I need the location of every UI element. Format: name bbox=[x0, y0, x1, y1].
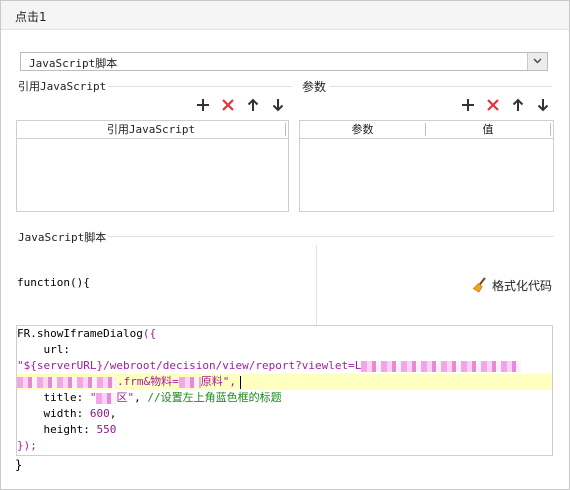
close-icon bbox=[222, 99, 234, 111]
redacted-text bbox=[361, 360, 522, 372]
format-code-label: 格式化代码 bbox=[492, 278, 553, 293]
redacted-text bbox=[178, 376, 201, 388]
js-script-divider bbox=[108, 236, 554, 237]
broom-icon bbox=[472, 277, 486, 293]
code-editor[interactable]: FR.showIframeDialog({ url: "${serverURL}… bbox=[16, 325, 553, 456]
ref-delete-button[interactable] bbox=[220, 97, 236, 113]
js-script-label: JavaScript脚本 bbox=[18, 231, 107, 244]
format-code-button[interactable]: 格式化代码 bbox=[472, 277, 552, 293]
ref-move-up-button[interactable] bbox=[245, 97, 261, 113]
ref-move-down-button[interactable] bbox=[270, 97, 286, 113]
column-divider bbox=[285, 123, 286, 136]
function-closing-brace: } bbox=[15, 458, 23, 472]
ref-js-table-header: 引用JavaScript bbox=[17, 121, 288, 139]
redacted-text bbox=[96, 392, 117, 404]
arrow-up-icon bbox=[247, 98, 259, 111]
param-move-up-button[interactable] bbox=[510, 97, 526, 113]
arrow-down-icon bbox=[537, 99, 549, 112]
plus-icon bbox=[462, 99, 474, 111]
code-line: "${serverURL}/webroot/decision/view/repo… bbox=[17, 358, 522, 374]
code-line: width: 600, bbox=[17, 407, 117, 420]
arrow-down-icon bbox=[272, 99, 284, 112]
ref-js-table: 引用JavaScript bbox=[16, 120, 289, 212]
code-line: }); bbox=[17, 439, 37, 452]
params-table-header: 参数 值 bbox=[300, 121, 553, 139]
value-column-header[interactable]: 值 bbox=[426, 121, 550, 138]
title-bar: 点击1 bbox=[1, 1, 569, 30]
script-type-select[interactable]: JavaScript脚本 bbox=[20, 52, 548, 71]
chevron-down-icon[interactable] bbox=[527, 53, 547, 70]
ref-js-label: 引用JavaScript bbox=[18, 80, 107, 93]
plus-icon bbox=[197, 99, 209, 111]
redacted-text bbox=[17, 376, 117, 388]
function-header: function(){ bbox=[17, 276, 90, 289]
param-delete-button[interactable] bbox=[485, 97, 501, 113]
arrow-up-icon bbox=[512, 98, 524, 111]
param-add-button[interactable] bbox=[460, 97, 476, 113]
code-line: height: 550 bbox=[17, 423, 117, 436]
text-cursor bbox=[240, 375, 241, 389]
code-line: .frm&物料= 原料", bbox=[17, 374, 241, 390]
code-line: url: bbox=[17, 343, 70, 356]
param-column-header[interactable]: 参数 bbox=[300, 121, 425, 138]
param-move-down-button[interactable] bbox=[535, 97, 551, 113]
ref-add-button[interactable] bbox=[195, 97, 211, 113]
column-divider bbox=[550, 123, 551, 136]
close-icon bbox=[487, 99, 499, 111]
script-type-value: JavaScript脚本 bbox=[29, 57, 118, 70]
code-line: FR.showIframeDialog({ bbox=[17, 327, 157, 340]
params-divider bbox=[330, 86, 552, 87]
params-table: 参数 值 bbox=[299, 120, 554, 212]
window-title: 点击1 bbox=[15, 10, 47, 24]
params-label: 参数 bbox=[302, 80, 327, 94]
ref-js-divider bbox=[108, 86, 292, 87]
ref-js-column-header[interactable]: 引用JavaScript bbox=[17, 121, 285, 138]
code-line: title: " 区", //设置左上角蓝色框的标题 bbox=[17, 391, 282, 404]
